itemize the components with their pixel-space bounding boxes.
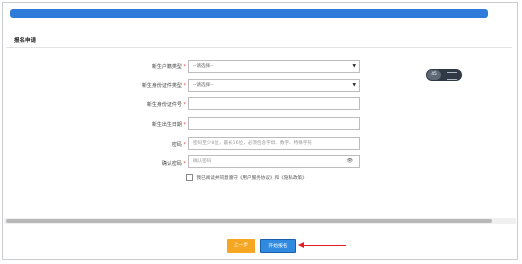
required-mark: * (183, 83, 187, 89)
required-mark: * (183, 122, 187, 128)
id-type-select[interactable]: --请选择-- ▼ (188, 79, 360, 92)
progress-header-bar (10, 9, 488, 18)
label-password: 密码 * (171, 142, 187, 148)
annotation-arrow-head (298, 242, 304, 248)
horizontal-scrollbar-thumb[interactable] (6, 219, 492, 223)
prev-step-button[interactable]: 上一步 (227, 239, 255, 253)
label-id-type: 新生身份证件类型 * (141, 83, 187, 89)
toggle-knob: 45 (427, 70, 441, 80)
annotation-arrow-line (300, 245, 346, 246)
toggle-switch[interactable]: 45 (426, 69, 462, 81)
divider (6, 47, 512, 48)
agreement-row[interactable]: 我已阅读并同意遵守《用户服务协议》和《隐私政策》 (186, 174, 307, 181)
confirm-password-input[interactable]: 确认密码 👁 (188, 155, 360, 168)
chevron-down-icon: ▼ (352, 83, 356, 88)
menu-icon (447, 72, 457, 80)
password-input[interactable]: 密码至少8位，最长16位，必须包含字母、数字、特殊字符 (188, 137, 360, 150)
label-confirm-password: 确认密码 * (161, 161, 187, 167)
agreement-checkbox[interactable] (186, 174, 193, 181)
required-mark: * (183, 64, 187, 70)
required-mark: * (183, 102, 187, 108)
required-mark: * (183, 161, 187, 167)
hukou-type-select[interactable]: --请选择-- ▼ (188, 60, 360, 73)
section-title: 报名申请 (14, 38, 37, 44)
chevron-down-icon: ▼ (352, 64, 356, 69)
required-mark: * (183, 142, 187, 148)
birth-date-input[interactable] (188, 117, 360, 130)
id-number-input[interactable] (188, 97, 360, 110)
eye-icon[interactable]: 👁 (347, 156, 353, 167)
label-birth-date: 新生出生日期 * (151, 122, 187, 128)
label-id-number: 新生身份证件号 * (146, 102, 187, 108)
label-hukou-type: 新生户籍类型 * (151, 64, 187, 70)
start-registration-button[interactable]: 开始报名 (260, 239, 296, 253)
